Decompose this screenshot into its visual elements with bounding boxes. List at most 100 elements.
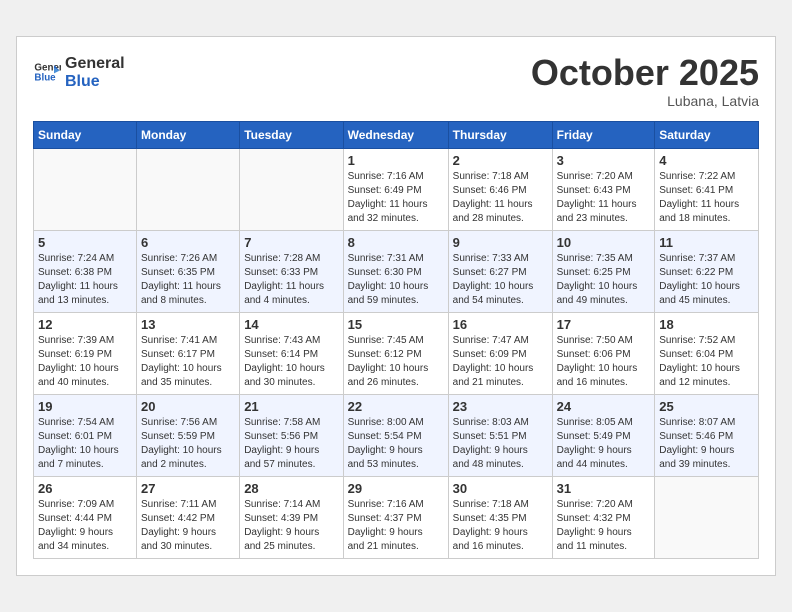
day-info: Sunrise: 7:16 AM Sunset: 6:49 PM Dayligh…	[348, 170, 444, 226]
day-number: 5	[38, 235, 132, 250]
day-number: 13	[141, 317, 235, 332]
calendar-cell: 25 Sunrise: 8:07 AM Sunset: 5:46 PM Dayli…	[655, 394, 759, 476]
day-info: Sunrise: 7:52 AM Sunset: 6:04 PM Dayligh…	[659, 334, 754, 390]
calendar-cell: 1 Sunrise: 7:16 AM Sunset: 6:49 PM Daylig…	[343, 148, 448, 230]
calendar-cell: 31 Sunrise: 7:20 AM Sunset: 4:32 PM Dayli…	[552, 476, 655, 558]
calendar-cell	[34, 148, 137, 230]
calendar-cell: 5 Sunrise: 7:24 AM Sunset: 6:38 PM Daylig…	[34, 230, 137, 312]
day-number: 31	[557, 481, 651, 496]
day-number: 20	[141, 399, 235, 414]
calendar-table: SundayMondayTuesdayWednesdayThursdayFrid…	[33, 121, 759, 559]
weekday-header-tuesday: Tuesday	[240, 121, 343, 148]
day-number: 29	[348, 481, 444, 496]
logo: General Blue General Blue	[33, 53, 125, 90]
location: Lubana, Latvia	[531, 93, 759, 109]
day-number: 17	[557, 317, 651, 332]
title-block: October 2025 Lubana, Latvia	[531, 53, 759, 109]
calendar-week-row: 26 Sunrise: 7:09 AM Sunset: 4:44 PM Dayli…	[34, 476, 759, 558]
day-info: Sunrise: 7:22 AM Sunset: 6:41 PM Dayligh…	[659, 170, 754, 226]
day-info: Sunrise: 7:20 AM Sunset: 6:43 PM Dayligh…	[557, 170, 651, 226]
logo-icon: General Blue	[33, 58, 61, 86]
weekday-header-sunday: Sunday	[34, 121, 137, 148]
day-number: 7	[244, 235, 338, 250]
day-info: Sunrise: 7:41 AM Sunset: 6:17 PM Dayligh…	[141, 334, 235, 390]
day-info: Sunrise: 7:11 AM Sunset: 4:42 PM Dayligh…	[141, 498, 235, 554]
calendar-cell: 13 Sunrise: 7:41 AM Sunset: 6:17 PM Dayli…	[137, 312, 240, 394]
day-number: 23	[453, 399, 548, 414]
calendar-cell: 6 Sunrise: 7:26 AM Sunset: 6:35 PM Daylig…	[137, 230, 240, 312]
day-info: Sunrise: 7:35 AM Sunset: 6:25 PM Dayligh…	[557, 252, 651, 308]
calendar-cell: 20 Sunrise: 7:56 AM Sunset: 5:59 PM Dayli…	[137, 394, 240, 476]
calendar-cell: 4 Sunrise: 7:22 AM Sunset: 6:41 PM Daylig…	[655, 148, 759, 230]
day-info: Sunrise: 7:56 AM Sunset: 5:59 PM Dayligh…	[141, 416, 235, 472]
calendar-week-row: 5 Sunrise: 7:24 AM Sunset: 6:38 PM Daylig…	[34, 230, 759, 312]
calendar-cell	[137, 148, 240, 230]
day-info: Sunrise: 8:05 AM Sunset: 5:49 PM Dayligh…	[557, 416, 651, 472]
day-number: 21	[244, 399, 338, 414]
calendar-cell: 15Sunrise: 7:45 AM Sunset: 6:12 PM Dayli…	[343, 312, 448, 394]
day-info: Sunrise: 7:43 AM Sunset: 6:14 PM Dayligh…	[244, 334, 338, 390]
logo-general: General	[65, 55, 125, 73]
calendar-week-row: 1 Sunrise: 7:16 AM Sunset: 6:49 PM Daylig…	[34, 148, 759, 230]
calendar-header: General Blue General Blue October 2025 L…	[33, 53, 759, 109]
calendar-cell: 17 Sunrise: 7:50 AM Sunset: 6:06 PM Dayli…	[552, 312, 655, 394]
weekday-header-monday: Monday	[137, 121, 240, 148]
calendar-cell: 8 Sunrise: 7:31 AM Sunset: 6:30 PM Daylig…	[343, 230, 448, 312]
day-number: 22	[348, 399, 444, 414]
day-info: Sunrise: 7:39 AM Sunset: 6:19 PM Dayligh…	[38, 334, 132, 390]
day-number: 26	[38, 481, 132, 496]
day-number: 1	[348, 153, 444, 168]
day-info: Sunrise: 7:50 AM Sunset: 6:06 PM Dayligh…	[557, 334, 651, 390]
day-info: Sunrise: 8:07 AM Sunset: 5:46 PM Dayligh…	[659, 416, 754, 472]
day-number: 11	[659, 235, 754, 250]
day-info: Sunrise: 7:28 AM Sunset: 6:33 PM Dayligh…	[244, 252, 338, 308]
day-info: Sunrise: 7:16 AM Sunset: 4:37 PM Dayligh…	[348, 498, 444, 554]
calendar-week-row: 19 Sunrise: 7:54 AM Sunset: 6:01 PM Dayli…	[34, 394, 759, 476]
day-number: 8	[348, 235, 444, 250]
day-number: 27	[141, 481, 235, 496]
day-info: Sunrise: 7:33 AM Sunset: 6:27 PM Dayligh…	[453, 252, 548, 308]
day-info: Sunrise: 7:14 AM Sunset: 4:39 PM Dayligh…	[244, 498, 338, 554]
day-number: 15	[348, 317, 444, 332]
logo-blue: Blue	[65, 73, 125, 91]
day-info: Sunrise: 7:24 AM Sunset: 6:38 PM Dayligh…	[38, 252, 132, 308]
calendar-cell: 14 Sunrise: 7:43 AM Sunset: 6:14 PM Dayli…	[240, 312, 343, 394]
calendar-cell: 27 Sunrise: 7:11 AM Sunset: 4:42 PM Dayli…	[137, 476, 240, 558]
day-number: 16	[453, 317, 548, 332]
calendar-container: General Blue General Blue October 2025 L…	[16, 36, 776, 576]
weekday-header-saturday: Saturday	[655, 121, 759, 148]
day-info: Sunrise: 7:58 AM Sunset: 5:56 PM Dayligh…	[244, 416, 338, 472]
calendar-cell: 22 Sunrise: 8:00 AM Sunset: 5:54 PM Dayli…	[343, 394, 448, 476]
month-title: October 2025	[531, 53, 759, 93]
day-number: 25	[659, 399, 754, 414]
day-number: 14	[244, 317, 338, 332]
day-info: Sunrise: 7:18 AM Sunset: 4:35 PM Dayligh…	[453, 498, 548, 554]
calendar-cell: 18 Sunrise: 7:52 AM Sunset: 6:04 PM Dayli…	[655, 312, 759, 394]
day-number: 30	[453, 481, 548, 496]
weekday-header-wednesday: Wednesday	[343, 121, 448, 148]
day-info: Sunrise: 7:31 AM Sunset: 6:30 PM Dayligh…	[348, 252, 444, 308]
calendar-cell: 2Sunrise: 7:18 AM Sunset: 6:46 PM Daylig…	[448, 148, 552, 230]
day-info: Sunrise: 8:00 AM Sunset: 5:54 PM Dayligh…	[348, 416, 444, 472]
day-info: Sunrise: 7:37 AM Sunset: 6:22 PM Dayligh…	[659, 252, 754, 308]
day-number: 6	[141, 235, 235, 250]
day-number: 19	[38, 399, 132, 414]
calendar-cell: 21 Sunrise: 7:58 AM Sunset: 5:56 PM Dayli…	[240, 394, 343, 476]
calendar-cell: 28 Sunrise: 7:14 AM Sunset: 4:39 PM Dayli…	[240, 476, 343, 558]
day-number: 3	[557, 153, 651, 168]
day-info: Sunrise: 7:54 AM Sunset: 6:01 PM Dayligh…	[38, 416, 132, 472]
day-info: Sunrise: 7:20 AM Sunset: 4:32 PM Dayligh…	[557, 498, 651, 554]
day-number: 18	[659, 317, 754, 332]
day-number: 4	[659, 153, 754, 168]
calendar-cell: 26 Sunrise: 7:09 AM Sunset: 4:44 PM Dayli…	[34, 476, 137, 558]
day-info: Sunrise: 7:09 AM Sunset: 4:44 PM Dayligh…	[38, 498, 132, 554]
day-number: 28	[244, 481, 338, 496]
calendar-cell	[655, 476, 759, 558]
day-info: Sunrise: 7:26 AM Sunset: 6:35 PM Dayligh…	[141, 252, 235, 308]
calendar-cell: 11 Sunrise: 7:37 AM Sunset: 6:22 PM Dayli…	[655, 230, 759, 312]
weekday-header-thursday: Thursday	[448, 121, 552, 148]
calendar-cell: 23Sunrise: 8:03 AM Sunset: 5:51 PM Dayli…	[448, 394, 552, 476]
calendar-cell: 30 Sunrise: 7:18 AM Sunset: 4:35 PM Dayli…	[448, 476, 552, 558]
calendar-cell: 10Sunrise: 7:35 AM Sunset: 6:25 PM Dayli…	[552, 230, 655, 312]
calendar-cell: 12Sunrise: 7:39 AM Sunset: 6:19 PM Dayli…	[34, 312, 137, 394]
